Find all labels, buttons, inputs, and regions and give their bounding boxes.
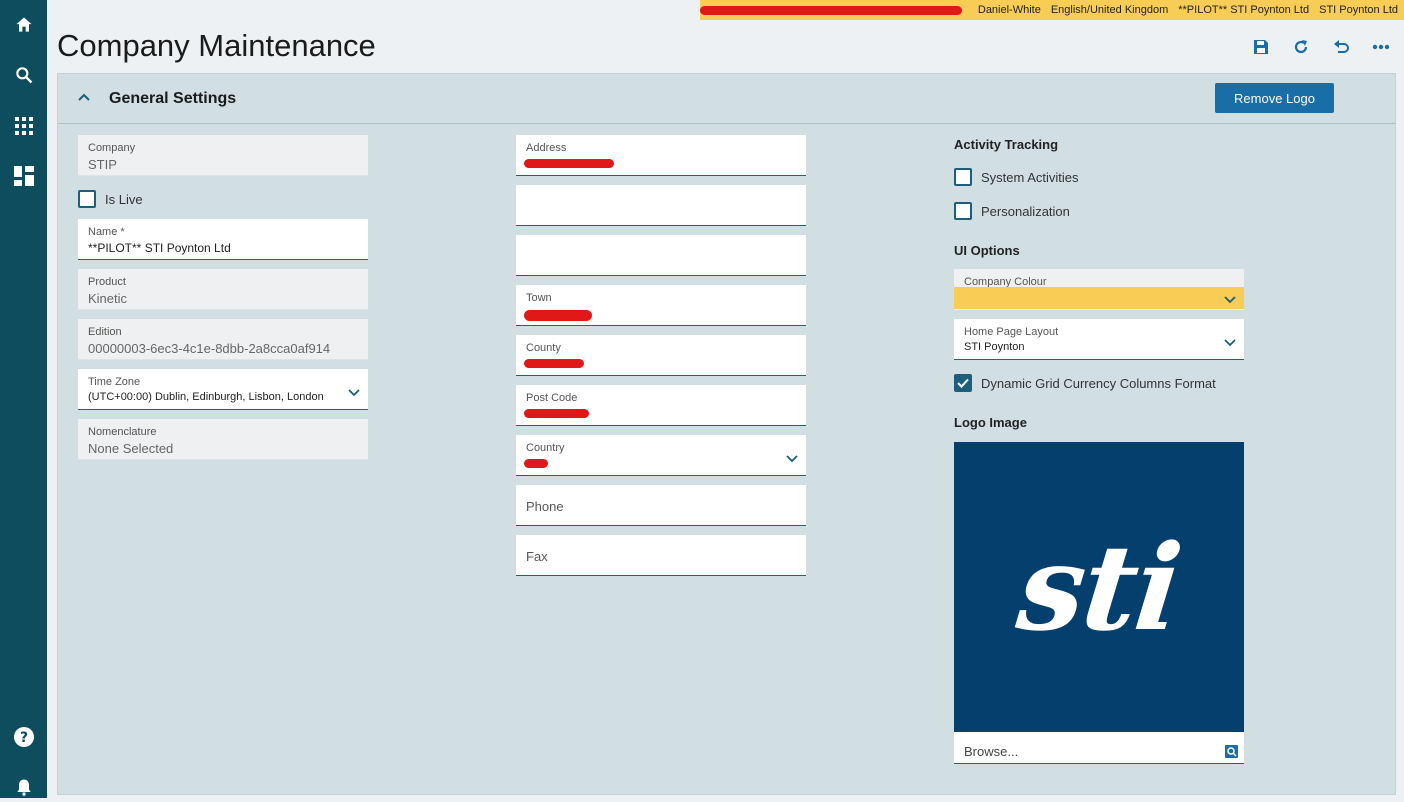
name-label: Name * bbox=[88, 226, 125, 238]
edition-label: Edition bbox=[88, 326, 122, 338]
redacted-mark bbox=[699, 5, 962, 15]
redacted-mark bbox=[524, 310, 592, 321]
search-icon[interactable] bbox=[0, 60, 47, 90]
save-icon[interactable] bbox=[1250, 36, 1272, 58]
product-label: Product bbox=[88, 276, 126, 288]
post-code-label: Post Code bbox=[526, 392, 578, 404]
ui-options-title: UI Options bbox=[954, 243, 1020, 258]
redacted-mark bbox=[524, 359, 584, 368]
page-title: Company Maintenance bbox=[57, 28, 376, 63]
fax-placeholder: Fax bbox=[526, 549, 548, 564]
home-page-layout-label: Home Page Layout bbox=[964, 326, 1059, 338]
activity-tracking-title: Activity Tracking bbox=[954, 137, 1059, 152]
checkbox-box[interactable] bbox=[954, 168, 972, 186]
time-zone-label: Time Zone bbox=[88, 376, 141, 388]
county-field[interactable]: County bbox=[516, 335, 806, 376]
panel-header: General Settings Remove Logo bbox=[58, 74, 1395, 124]
time-zone-value: (UTC+00:00) Dublin, Edinburgh, Lisbon, L… bbox=[88, 391, 324, 403]
phone-field[interactable]: Phone bbox=[516, 485, 806, 526]
logo-image-title: Logo Image bbox=[954, 415, 1027, 430]
browse-placeholder: Browse... bbox=[964, 744, 1019, 759]
logo-image: sti bbox=[954, 442, 1244, 732]
file-search-icon[interactable] bbox=[1225, 745, 1238, 763]
refresh-icon[interactable] bbox=[1290, 36, 1312, 58]
browse-logo-input[interactable]: Browse... bbox=[954, 732, 1244, 764]
edition-field: Edition 00000003-6ec3-4c1e-8dbb-2a8cca0a… bbox=[78, 319, 368, 360]
collapse-chevron-icon[interactable] bbox=[77, 90, 91, 109]
dashboard-icon[interactable] bbox=[0, 161, 47, 191]
general-settings-panel: General Settings Remove Logo Company STI… bbox=[57, 73, 1396, 795]
company-value: STIP bbox=[88, 157, 117, 172]
home-icon[interactable] bbox=[0, 10, 47, 40]
edition-value: 00000003-6ec3-4c1e-8dbb-2a8cca0af914 bbox=[88, 341, 331, 356]
product-field: Product Kinetic bbox=[78, 269, 368, 310]
country-label: Country bbox=[526, 442, 565, 454]
user-name[interactable]: Daniel-White bbox=[978, 4, 1041, 16]
town-field[interactable]: Town bbox=[516, 285, 806, 326]
redacted-mark bbox=[524, 459, 548, 468]
company-colour-select[interactable]: Company Colour bbox=[954, 269, 1244, 310]
nomenclature-label: Nomenclature bbox=[88, 426, 157, 438]
checkmark-icon bbox=[957, 378, 969, 388]
company-field: Company STIP bbox=[78, 135, 368, 176]
address-line-1-field[interactable]: Address bbox=[516, 135, 806, 176]
dynamic-grid-checkbox[interactable]: Dynamic Grid Currency Columns Format bbox=[954, 374, 1216, 392]
is-live-checkbox[interactable]: Is Live bbox=[78, 190, 143, 208]
undo-icon[interactable] bbox=[1330, 36, 1352, 58]
is-live-label: Is Live bbox=[105, 191, 143, 207]
remove-logo-button[interactable]: Remove Logo bbox=[1215, 83, 1334, 113]
colour-swatch[interactable] bbox=[954, 287, 1244, 309]
nomenclature-value: None Selected bbox=[88, 441, 174, 456]
county-label: County bbox=[526, 342, 561, 354]
chevron-down-icon[interactable] bbox=[1224, 334, 1236, 352]
checkbox-box-checked[interactable] bbox=[954, 374, 972, 392]
phone-placeholder: Phone bbox=[526, 499, 564, 514]
country-select[interactable]: Country bbox=[516, 435, 806, 476]
home-page-layout-value: STI Poynton bbox=[964, 341, 1025, 353]
help-icon[interactable]: ? bbox=[0, 722, 47, 752]
section-title: General Settings bbox=[109, 90, 237, 107]
name-value[interactable]: **PILOT** STI Poynton Ltd bbox=[88, 241, 231, 255]
chevron-down-icon[interactable] bbox=[1224, 291, 1236, 309]
language-selector[interactable]: English/United Kingdom bbox=[1051, 4, 1168, 16]
address-line-3-field[interactable] bbox=[516, 235, 806, 276]
fax-field[interactable]: Fax bbox=[516, 535, 806, 576]
system-activities-checkbox[interactable]: System Activities bbox=[954, 168, 1079, 186]
address-line-2-field[interactable] bbox=[516, 185, 806, 226]
system-activities-label: System Activities bbox=[981, 169, 1079, 185]
checkbox-box[interactable] bbox=[954, 202, 972, 220]
chevron-down-icon[interactable] bbox=[786, 450, 798, 468]
name-field[interactable]: Name * **PILOT** STI Poynton Ltd bbox=[78, 219, 368, 260]
apps-grid-icon[interactable] bbox=[0, 111, 47, 141]
nomenclature-field: Nomenclature None Selected bbox=[78, 419, 368, 460]
company-selector[interactable]: **PILOT** STI Poynton Ltd bbox=[1178, 4, 1309, 16]
chevron-down-icon[interactable] bbox=[348, 384, 360, 402]
left-nav-sidebar: ? bbox=[0, 0, 47, 798]
dynamic-grid-label: Dynamic Grid Currency Columns Format bbox=[981, 375, 1216, 391]
site-selector[interactable]: STI Poynton Ltd bbox=[1319, 4, 1398, 16]
redacted-mark bbox=[524, 409, 589, 418]
post-code-field[interactable]: Post Code bbox=[516, 385, 806, 426]
checkbox-box[interactable] bbox=[78, 190, 96, 208]
company-label: Company bbox=[88, 142, 136, 154]
time-zone-select[interactable]: Time Zone (UTC+00:00) Dublin, Edinburgh,… bbox=[78, 369, 368, 410]
town-label: Town bbox=[526, 292, 552, 304]
sti-logo: sti bbox=[1011, 517, 1187, 657]
redacted-mark bbox=[524, 159, 614, 168]
personalization-checkbox[interactable]: Personalization bbox=[954, 202, 1070, 220]
home-page-layout-select[interactable]: Home Page Layout STI Poynton bbox=[954, 319, 1244, 360]
context-bar: Daniel-White English/United Kingdom **PI… bbox=[699, 0, 1404, 20]
address-label: Address bbox=[526, 142, 567, 154]
more-icon[interactable] bbox=[1370, 36, 1392, 58]
personalization-label: Personalization bbox=[981, 203, 1070, 219]
product-value: Kinetic bbox=[88, 291, 128, 306]
svg-text:?: ? bbox=[19, 730, 27, 746]
